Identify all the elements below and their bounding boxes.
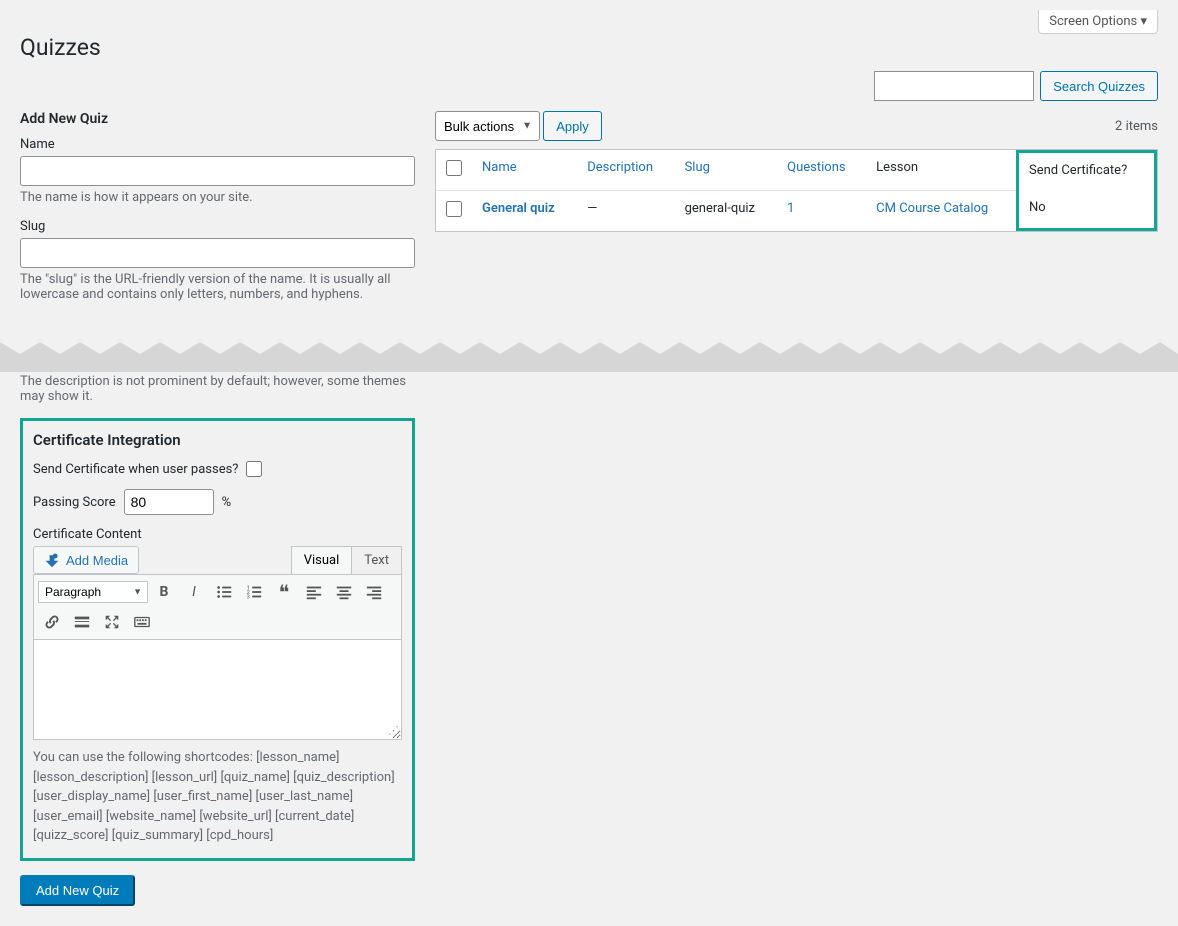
select-all-checkbox[interactable] — [446, 160, 462, 176]
col-description[interactable]: Description — [587, 160, 653, 175]
readmore-icon — [73, 613, 91, 631]
quizzes-table: Name Description Slug Questions Lesson S… — [435, 149, 1158, 232]
send-certificate-checkbox[interactable] — [246, 461, 262, 477]
tab-text[interactable]: Text — [351, 546, 402, 574]
align-center-icon — [335, 583, 353, 601]
align-center-button[interactable] — [330, 579, 358, 605]
editor-toolbar: Paragraph ▼ B I 123 ❝ — [33, 574, 402, 640]
passing-score-label: Passing Score — [33, 495, 116, 510]
certificate-integration-panel: Certificate Integration Send Certificate… — [20, 418, 415, 861]
add-media-button[interactable]: Add Media — [33, 546, 139, 574]
items-count: 2 items — [1115, 119, 1158, 134]
add-new-quiz-button[interactable]: Add New Quiz — [20, 875, 135, 906]
quiz-questions-link[interactable]: 1 — [787, 201, 794, 216]
quiz-name-link[interactable]: General quiz — [482, 201, 555, 216]
link-icon — [43, 613, 61, 631]
col-send-certificate: Send Certificate? — [1016, 150, 1157, 190]
name-description: The name is how it appears on your site. — [20, 190, 415, 205]
send-certificate-label: Send Certificate when user passes? — [33, 462, 238, 477]
certificate-content-label: Certificate Content — [33, 527, 402, 542]
search-quizzes-button[interactable]: Search Quizzes — [1040, 71, 1158, 101]
row-checkbox[interactable] — [446, 201, 462, 217]
align-left-button[interactable] — [300, 579, 328, 605]
quiz-lesson-link[interactable]: CM Course Catalog — [876, 201, 988, 216]
col-questions[interactable]: Questions — [787, 160, 845, 175]
italic-button[interactable]: I — [180, 579, 208, 605]
shortcodes-help: You can use the following shortcodes: [l… — [33, 748, 402, 846]
numbered-list-button[interactable]: 123 — [240, 579, 268, 605]
screen-options-button[interactable]: Screen Options ▾ — [1038, 10, 1158, 34]
bold-button[interactable]: B — [150, 579, 178, 605]
name-label: Name — [20, 137, 415, 152]
link-button[interactable] — [38, 609, 66, 635]
format-select[interactable]: Paragraph — [38, 581, 148, 603]
read-more-button[interactable] — [68, 609, 96, 635]
svg-text:3: 3 — [247, 594, 250, 600]
bullet-list-button[interactable] — [210, 579, 238, 605]
percent-label: % — [222, 495, 232, 510]
fullscreen-button[interactable] — [98, 609, 126, 635]
slug-input[interactable] — [20, 238, 415, 268]
slug-description: The "slug" is the URL-friendly version o… — [20, 272, 415, 302]
table-row: General quiz — general-quiz 1 CM Course … — [436, 190, 1157, 231]
tab-visual[interactable]: Visual — [291, 546, 352, 574]
apply-button[interactable]: Apply — [543, 111, 602, 141]
editor-content[interactable]: ⋰ — [33, 640, 402, 740]
slug-label: Slug — [20, 219, 415, 234]
add-new-quiz-heading: Add New Quiz — [20, 111, 415, 127]
align-right-button[interactable] — [360, 579, 388, 605]
toolbar-toggle-button[interactable] — [128, 609, 156, 635]
quiz-description: — — [577, 190, 674, 231]
name-input[interactable] — [20, 156, 415, 186]
col-lesson: Lesson — [866, 150, 1016, 190]
list-ol-icon: 123 — [245, 583, 263, 601]
resize-grip-icon[interactable]: ⋰ — [388, 724, 399, 737]
description-help-text: The description is not prominent by defa… — [20, 374, 415, 404]
bulk-actions-select[interactable]: Bulk actions — [435, 111, 540, 141]
page-title: Quizzes — [20, 34, 1158, 61]
align-left-icon — [305, 583, 323, 601]
keyboard-icon — [133, 613, 151, 631]
list-ul-icon — [215, 583, 233, 601]
quiz-cert-cell: No — [1016, 190, 1157, 231]
search-input[interactable] — [874, 71, 1034, 101]
fullscreen-icon — [103, 613, 121, 631]
certificate-integration-heading: Certificate Integration — [33, 431, 402, 449]
align-right-icon — [365, 583, 383, 601]
content-cutaway — [0, 324, 1178, 372]
media-icon — [44, 552, 60, 568]
passing-score-input[interactable] — [124, 489, 214, 515]
col-name[interactable]: Name — [482, 160, 517, 175]
quiz-slug: general-quiz — [675, 190, 778, 231]
col-slug[interactable]: Slug — [685, 160, 710, 175]
blockquote-button[interactable]: ❝ — [270, 579, 298, 605]
